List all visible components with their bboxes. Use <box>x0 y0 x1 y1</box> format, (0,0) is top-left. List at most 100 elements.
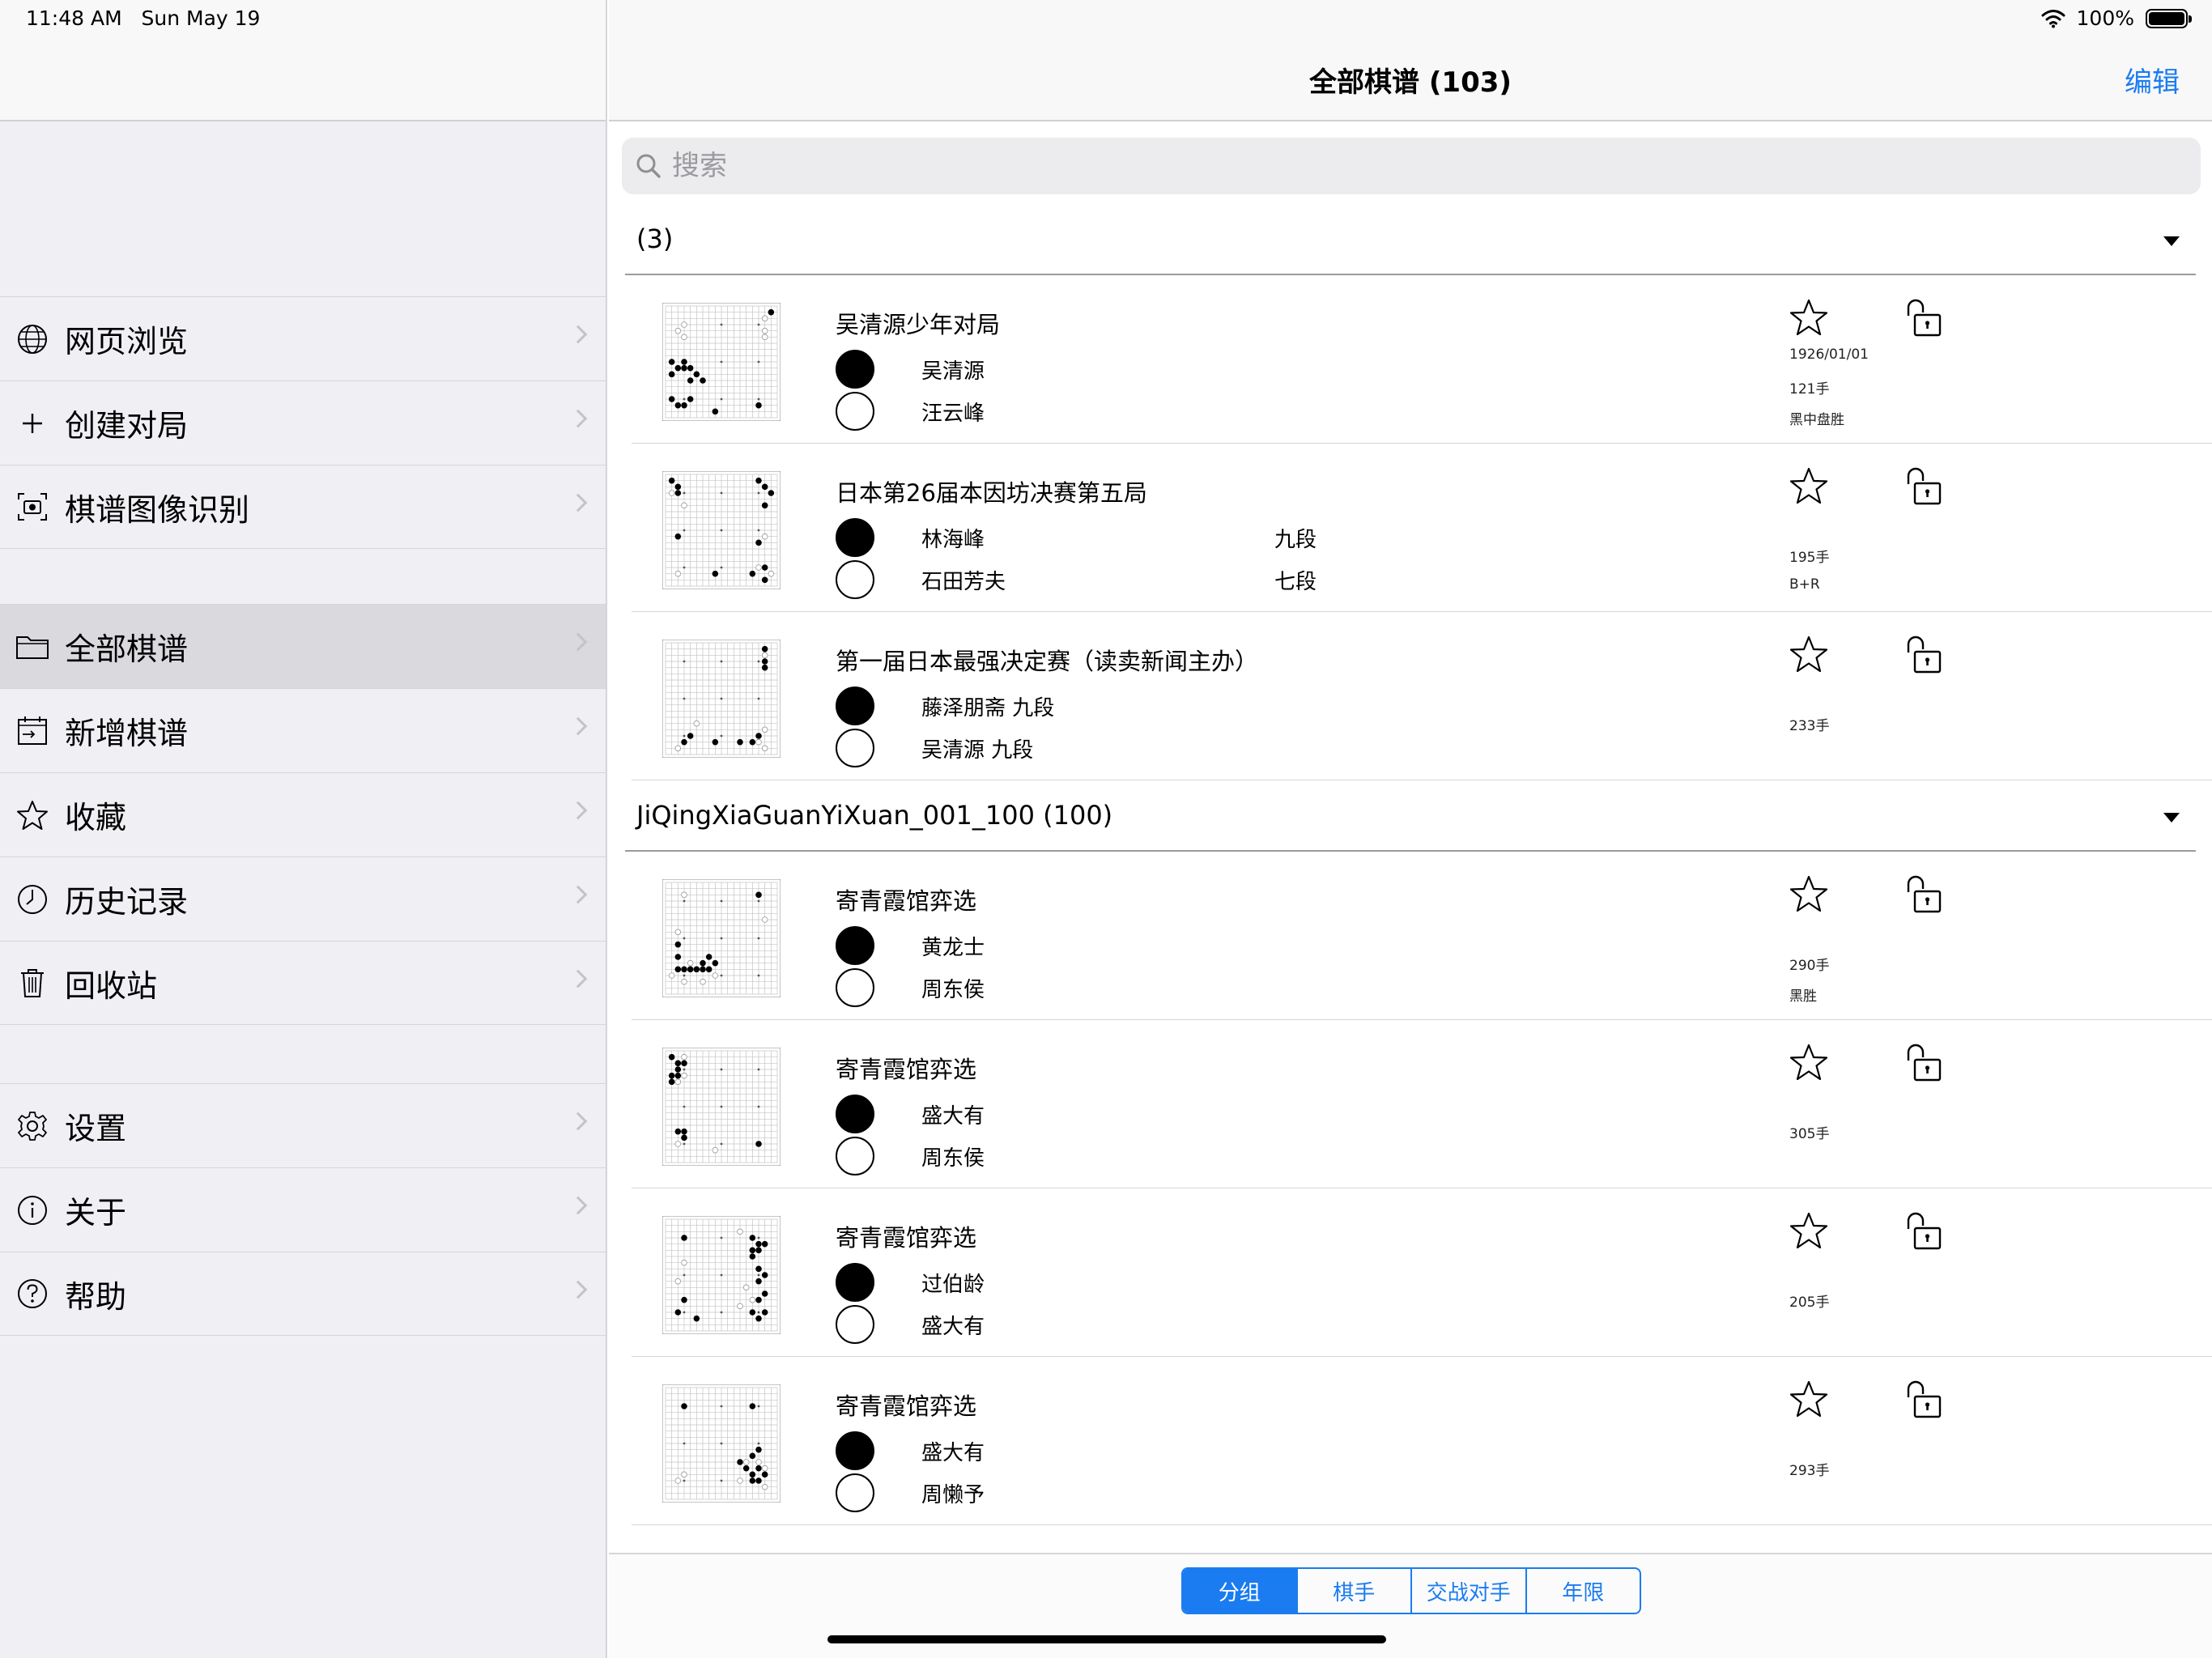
black-stone <box>674 364 682 372</box>
white-stone <box>737 1228 743 1235</box>
black-stone-icon <box>836 350 874 389</box>
sidebar-item-history[interactable]: 历史记录 <box>0 857 606 941</box>
segment-year[interactable]: 年限 <box>1527 1569 1640 1613</box>
black-stone <box>755 402 762 409</box>
white-player-name: 周东侯 <box>921 977 985 1002</box>
sidebar-item-label: 新增棋谱 <box>65 716 189 751</box>
black-stone <box>700 966 706 973</box>
black-player-name: 盛大有 <box>921 1103 985 1129</box>
caret-down-icon[interactable] <box>2163 813 2180 823</box>
white-player-name: 周东侯 <box>921 1146 985 1171</box>
white-stone <box>681 978 687 985</box>
black-stone <box>681 1296 687 1303</box>
favorite-star-icon[interactable] <box>1789 298 1828 337</box>
section-header[interactable]: (3) <box>625 204 2196 275</box>
black-player-name: 吴清源 <box>921 359 985 384</box>
black-stone <box>687 733 694 739</box>
search-input[interactable] <box>672 150 2129 182</box>
game-row[interactable]: 第一届日本最强决定赛（读卖新闻主办） 藤泽朋斋 九段 吴清源 九段 233手 <box>632 612 2212 780</box>
sidebar-item-label: 棋谱图像识别 <box>65 491 250 528</box>
favorite-star-icon[interactable] <box>1789 466 1828 505</box>
status-clock: 11:48 AM <box>26 6 122 30</box>
game-row[interactable]: 寄青霞馆弈选 盛大有 周懒予 293手 <box>632 1357 2212 1525</box>
favorite-star-icon[interactable] <box>1789 1380 1828 1418</box>
unlock-icon[interactable] <box>1903 635 1943 675</box>
sidebar-item-settings[interactable]: 设置 <box>0 1083 606 1167</box>
black-stone <box>755 477 762 484</box>
sidebar-item-new-records[interactable]: 新增棋谱 <box>0 688 606 772</box>
unlock-icon[interactable] <box>1903 298 1943 338</box>
board-thumbnail <box>662 471 781 589</box>
search-icon <box>636 154 661 178</box>
favorite-star-icon[interactable] <box>1789 874 1828 913</box>
chevron-right-icon <box>568 1280 588 1299</box>
game-row[interactable]: 寄青霞馆弈选 黄龙士 周东侯 290手 黑胜 <box>632 852 2212 1020</box>
black-stone <box>668 1078 675 1086</box>
game-row[interactable]: 寄青霞馆弈选 盛大有 周东侯 305手 <box>632 1020 2212 1188</box>
black-stone <box>668 1072 675 1079</box>
sidebar-item-create-game[interactable]: 创建对局 <box>0 380 606 465</box>
black-stone <box>749 1235 756 1241</box>
move-count: 233手 <box>1789 718 1830 734</box>
white-player: 盛大有 <box>836 1305 985 1344</box>
white-stone <box>674 570 682 577</box>
black-player-name: 林海峰 <box>921 527 985 552</box>
sidebar-item-image-recognition[interactable]: 棋谱图像识别 <box>0 465 606 549</box>
favorite-star-icon[interactable] <box>1789 1043 1828 1082</box>
chevron-right-icon <box>568 493 588 512</box>
segment-group[interactable]: 分组 <box>1183 1569 1298 1613</box>
black-stone <box>681 738 687 746</box>
black-player: 藤泽朋斋 九段 <box>836 687 1054 725</box>
black-stone <box>693 966 700 973</box>
black-stone <box>755 1465 762 1472</box>
sidebar-item-all-records[interactable]: 全部棋谱 <box>0 604 606 688</box>
black-stone <box>755 891 762 899</box>
black-stone <box>687 396 694 402</box>
board-thumbnail <box>662 1384 781 1503</box>
black-stone <box>761 664 768 671</box>
sidebar-item-web-browse[interactable]: 网页浏览 <box>0 296 606 380</box>
favorite-star-icon[interactable] <box>1789 1211 1828 1250</box>
unlock-icon[interactable] <box>1903 1043 1943 1083</box>
unlock-icon[interactable] <box>1903 466 1943 507</box>
sidebar-item-favorites[interactable]: 收藏 <box>0 772 606 857</box>
sidebar-item-about[interactable]: 关于 <box>0 1167 606 1252</box>
black-stone <box>681 1134 687 1141</box>
white-stone <box>761 652 768 659</box>
black-stone <box>705 954 713 960</box>
home-indicator[interactable] <box>827 1635 1386 1643</box>
move-count: 195手 <box>1789 550 1830 566</box>
white-stone <box>755 1459 762 1465</box>
game-row[interactable]: 寄青霞馆弈选 过伯龄 盛大有 205手 <box>632 1188 2212 1357</box>
white-stone <box>668 490 675 496</box>
chevron-right-icon <box>568 885 588 904</box>
black-stone <box>681 1235 687 1241</box>
unlock-icon[interactable] <box>1903 1380 1943 1420</box>
unlock-icon[interactable] <box>1903 874 1943 915</box>
white-stone <box>737 1477 743 1484</box>
white-player: 周懒予 <box>836 1473 985 1512</box>
battery-percent: 100% <box>2076 6 2134 30</box>
black-stone <box>749 738 756 746</box>
unlock-icon[interactable] <box>1903 1211 1943 1252</box>
black-stone-icon <box>836 518 874 557</box>
star-icon <box>15 797 50 833</box>
segment-player[interactable]: 棋手 <box>1298 1569 1412 1613</box>
sidebar-item-label: 帮助 <box>65 1278 127 1315</box>
white-stone <box>761 1465 768 1472</box>
black-stone-icon <box>836 1095 874 1133</box>
game-row[interactable]: 吴清源少年对局 吴清源 汪云峰 1926/01/01 121手 黑中盘胜 <box>632 275 2212 444</box>
segment-opponent[interactable]: 交战对手 <box>1412 1569 1527 1613</box>
edit-button[interactable]: 编辑 <box>2125 60 2180 100</box>
move-count: 305手 <box>1789 1126 1830 1142</box>
search-bar[interactable] <box>622 138 2201 194</box>
sidebar-item-trash[interactable]: 回收站 <box>0 941 606 1025</box>
game-row[interactable]: 日本第26届本因坊决赛第五局 林海峰 九段 石田芳夫 七段 195手 B+R <box>632 444 2212 612</box>
help-icon <box>15 1276 50 1312</box>
caret-down-icon[interactable] <box>2163 236 2180 246</box>
section-header[interactable]: JiQingXiaGuanYiXuan_001_100 (100) <box>625 780 2196 852</box>
favorite-star-icon[interactable] <box>1789 635 1828 674</box>
sidebar-item-help[interactable]: 帮助 <box>0 1252 606 1336</box>
black-stone <box>674 1066 682 1073</box>
page-title: 全部棋谱 (103) <box>1309 66 1512 99</box>
